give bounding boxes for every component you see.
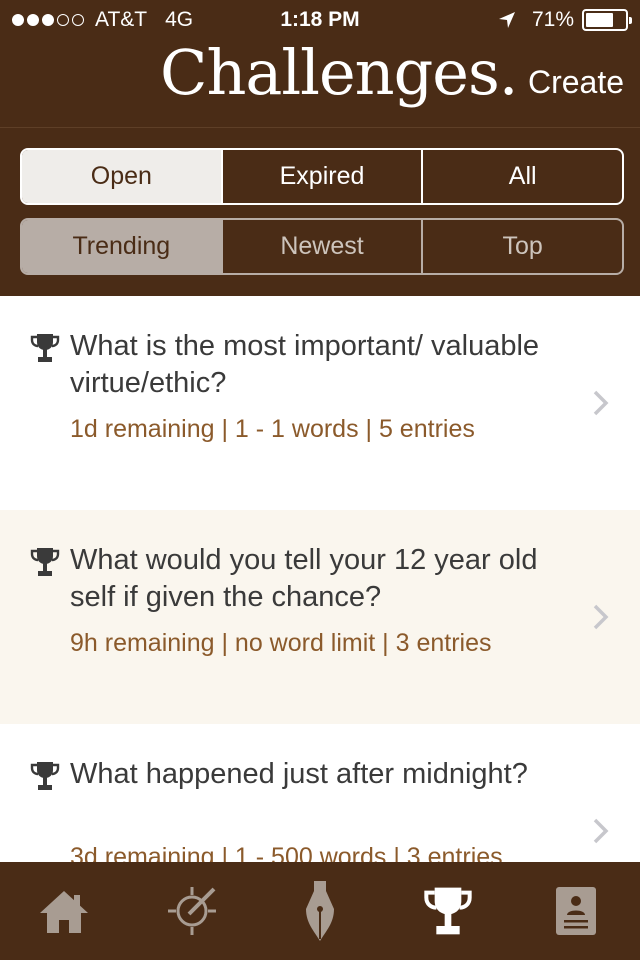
tab-explore[interactable] xyxy=(128,862,256,960)
compass-icon xyxy=(168,887,216,935)
chevron-right-icon xyxy=(593,818,609,844)
filter-all-tab[interactable]: All xyxy=(421,150,622,203)
header: AT&T 4G 1:18 PM 71% Challenges. Create O… xyxy=(0,0,640,296)
challenge-meta: 9h remaining | no word limit | 3 entries xyxy=(70,629,492,657)
battery-percent: 71% xyxy=(531,8,574,31)
chevron-right-icon xyxy=(593,390,609,416)
battery-icon xyxy=(582,9,632,31)
header-divider xyxy=(0,127,640,128)
tab-write[interactable] xyxy=(256,862,384,960)
trophy-icon xyxy=(30,762,60,790)
challenge-meta: 1d remaining | 1 - 1 words | 5 entries xyxy=(70,415,475,443)
chevron-right-icon xyxy=(593,604,609,630)
challenge-question: What would you tell your 12 year old sel… xyxy=(70,544,538,613)
status-bar: AT&T 4G 1:18 PM 71% xyxy=(0,0,640,40)
challenge-meta: 3d remaining | 1 - 500 words | 3 entries xyxy=(70,843,503,864)
tab-challenges[interactable] xyxy=(384,862,512,960)
sort-trending-tab[interactable]: Trending xyxy=(22,220,221,273)
trophy-icon xyxy=(30,334,60,362)
challenge-question: What happened just after midnight? xyxy=(70,758,528,790)
tab-home[interactable] xyxy=(0,862,128,960)
challenge-row[interactable]: What happened just after midnight? 3d re… xyxy=(0,724,640,864)
challenge-list: What is the most important/ valuable vir… xyxy=(0,296,640,864)
status-filter-control: Open Expired All xyxy=(20,148,624,205)
challenge-row[interactable]: What is the most important/ valuable vir… xyxy=(0,296,640,510)
filter-expired-tab[interactable]: Expired xyxy=(220,150,422,203)
challenge-question: What is the most important/ valuable vir… xyxy=(70,330,540,399)
filter-open-tab[interactable]: Open xyxy=(22,150,221,203)
challenge-row[interactable]: What would you tell your 12 year old sel… xyxy=(0,510,640,724)
pen-nib-icon xyxy=(306,881,334,941)
create-button[interactable]: Create xyxy=(528,64,624,101)
location-arrow-icon xyxy=(498,12,515,28)
tab-profile[interactable] xyxy=(512,862,640,960)
sort-top-tab[interactable]: Top xyxy=(421,220,622,273)
home-icon xyxy=(40,891,88,933)
trophy-icon xyxy=(30,548,60,576)
sort-newest-tab[interactable]: Newest xyxy=(220,220,422,273)
tab-bar xyxy=(0,862,640,960)
profile-icon xyxy=(556,887,596,935)
page-title: Challenges. xyxy=(160,36,519,109)
trophy-icon xyxy=(424,887,472,935)
sort-filter-control: Trending Newest Top xyxy=(20,218,624,275)
